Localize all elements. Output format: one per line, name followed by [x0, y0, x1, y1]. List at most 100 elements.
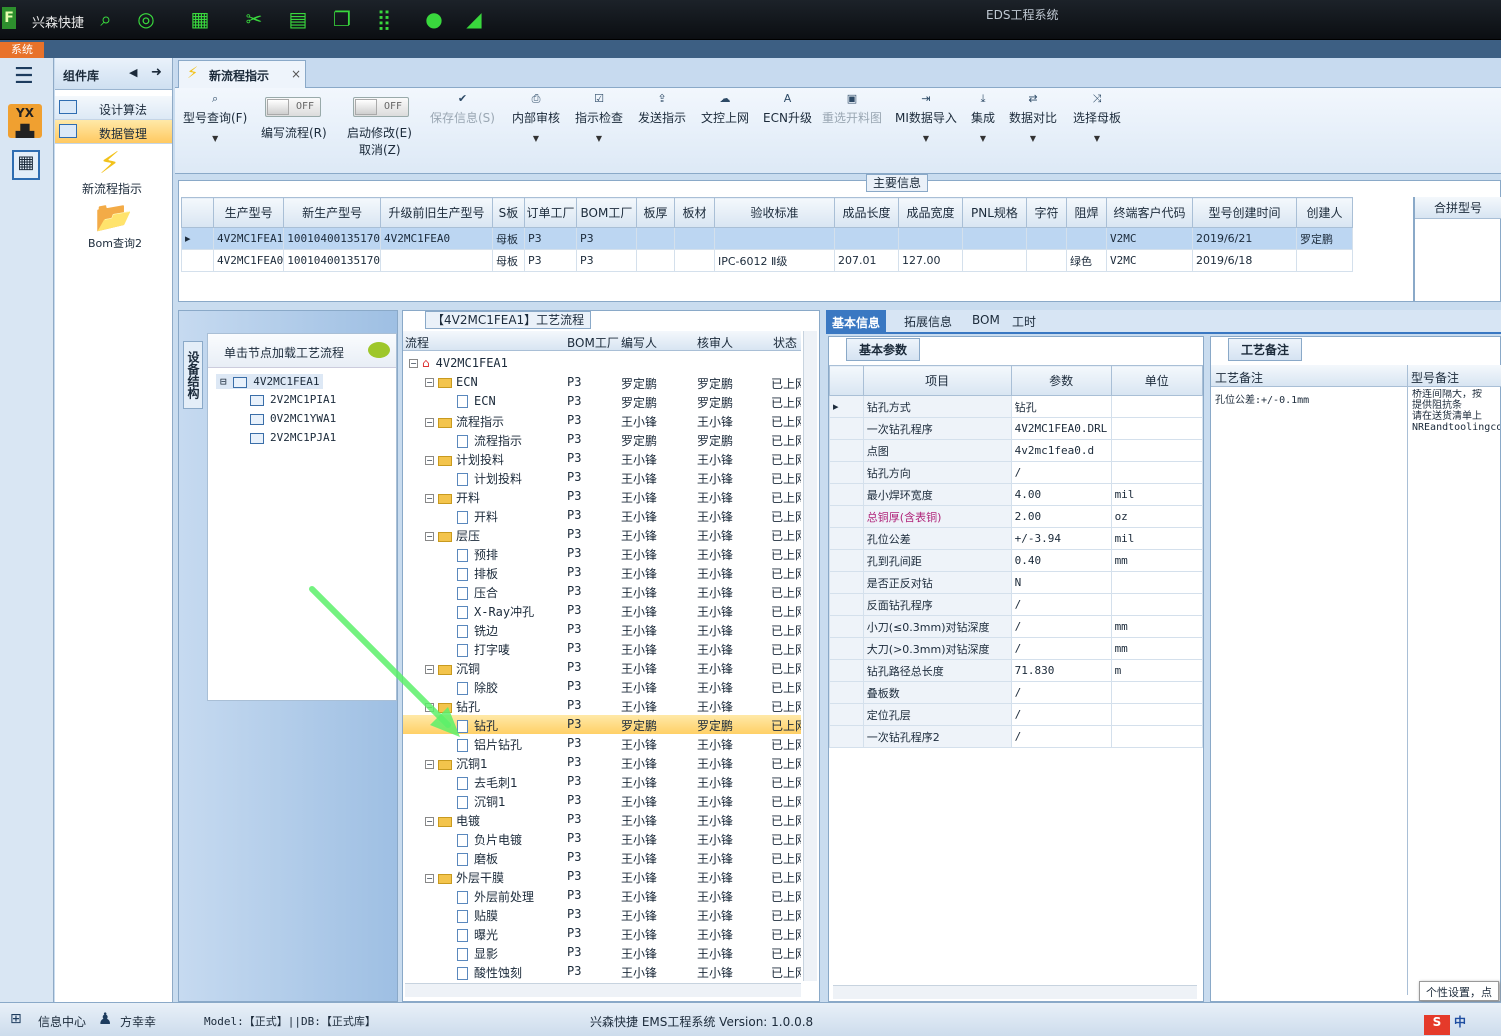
tab-work-hours[interactable]: 工时: [1012, 313, 1036, 330]
table-cell[interactable]: P3: [575, 227, 637, 250]
param-row[interactable]: 大刀(>0.3mm)对钻深度 / mm: [829, 637, 1204, 660]
param-row[interactable]: 最小焊环宽度 4.00 mil: [829, 483, 1204, 506]
process-notes-tab[interactable]: 工艺备注: [1228, 338, 1303, 361]
column-header[interactable]: 创建人: [1295, 197, 1353, 228]
row-indicator[interactable]: [829, 615, 864, 638]
param-value[interactable]: 2.00: [1010, 505, 1112, 528]
row-indicator[interactable]: [181, 249, 214, 272]
start-modify-toggle[interactable]: OFF: [353, 97, 409, 117]
reselect-cutting-button[interactable]: ▣ 重选开料图: [822, 92, 882, 126]
column-header[interactable]: 核审人: [697, 334, 733, 351]
ime-mode[interactable]: 中: [1454, 1013, 1466, 1030]
param-value[interactable]: +/-3.94: [1010, 527, 1112, 550]
process-tree-row[interactable]: − 层压 P3 王小锋 王小锋 已上网: [403, 525, 801, 544]
column-header[interactable]: 参数: [1010, 365, 1112, 396]
doc-control-online-button[interactable]: ☁ 文控上网: [701, 92, 749, 126]
process-tree-row[interactable]: 去毛刺1 P3 王小锋 王小锋 已上网: [403, 772, 801, 791]
row-indicator[interactable]: [829, 549, 864, 572]
tab-extended-info[interactable]: 拓展信息: [904, 313, 952, 330]
table-cell[interactable]: [713, 227, 835, 250]
table-cell[interactable]: [961, 227, 1027, 250]
row-indicator[interactable]: [829, 681, 864, 704]
collapse-icon[interactable]: −: [425, 532, 434, 541]
yx-factory-icon[interactable]: YX ▟▙: [8, 104, 42, 138]
ecn-upgrade-button[interactable]: A ECN升级: [763, 92, 812, 126]
horizontal-scrollbar[interactable]: [833, 985, 1197, 999]
row-indicator[interactable]: [829, 703, 864, 726]
library-item-design-algorithm[interactable]: 设计算法: [55, 96, 172, 120]
apps-icon[interactable]: ⣿: [372, 7, 396, 31]
table-cell[interactable]: 127.00: [897, 249, 963, 272]
table-cell[interactable]: 10010400135170: [283, 227, 381, 250]
process-tree-row[interactable]: 开料 P3 王小锋 王小锋 已上网: [403, 506, 801, 525]
table-cell[interactable]: [1025, 249, 1067, 272]
user-icon[interactable]: ●: [422, 7, 446, 31]
param-row[interactable]: ▸ 钻孔方式 钻孔: [829, 395, 1204, 418]
collapse-icon[interactable]: −: [425, 378, 434, 387]
param-value[interactable]: /: [1010, 461, 1112, 484]
lightning-icon[interactable]: ⚡: [99, 146, 120, 181]
table-cell[interactable]: 4V2MC1FEA1: [212, 227, 285, 250]
process-tree-row[interactable]: 贴膜 P3 王小锋 王小锋 已上网: [403, 905, 801, 924]
device-child-node[interactable]: 0V2MC1YWA1: [250, 412, 336, 425]
collapse-icon[interactable]: −: [425, 494, 434, 503]
row-indicator[interactable]: [829, 593, 864, 616]
send-instruction-button[interactable]: ⇪ 发送指示: [638, 92, 686, 126]
mi-data-import-button[interactable]: ⇥ MI数据导入 ▼: [895, 92, 957, 143]
row-indicator[interactable]: [829, 483, 864, 506]
process-tree-row[interactable]: 外层前处理 P3 王小锋 王小锋 已上网: [403, 886, 801, 905]
copy-icon[interactable]: ❐: [330, 7, 354, 31]
library-item-data-management[interactable]: 数据管理: [55, 120, 172, 144]
process-tree-row[interactable]: 酸性蚀刻 P3 王小锋 王小锋 已上网: [403, 962, 801, 981]
select-motherboard-button[interactable]: ⤨ 选择母板 ▼: [1073, 92, 1121, 143]
process-tree-row[interactable]: − ⌂ 4V2MC1FEA1: [403, 354, 801, 373]
lifebuoy-icon[interactable]: ◎: [134, 7, 158, 31]
table-cell[interactable]: 绿色: [1065, 249, 1107, 272]
process-tree-row[interactable]: − ECN P3 罗定鹏 罗定鹏 已上网: [403, 373, 801, 392]
table-cell[interactable]: 4V2MC1FEA0: [212, 249, 285, 272]
column-header[interactable]: BOM工厂: [567, 334, 619, 351]
table-cell[interactable]: [673, 249, 715, 272]
process-tree-row[interactable]: 流程指示 P3 罗定鹏 罗定鹏 已上网: [403, 430, 801, 449]
table-cell[interactable]: [635, 227, 675, 250]
param-value[interactable]: /: [1010, 703, 1112, 726]
table-cell[interactable]: [635, 249, 675, 272]
table-cell[interactable]: 罗定鹏: [1295, 227, 1353, 250]
table-cell[interactable]: V2MC: [1105, 227, 1193, 250]
param-row[interactable]: 一次钻孔程序2/: [829, 725, 1204, 748]
param-value[interactable]: 71.830: [1010, 659, 1112, 682]
device-structure-tab[interactable]: 设备结构: [183, 341, 203, 409]
row-indicator[interactable]: [829, 439, 864, 462]
process-tree-row[interactable]: − 流程指示 P3 王小锋 王小锋 已上网: [403, 411, 801, 430]
table-cell[interactable]: 2019/6/21: [1191, 227, 1297, 250]
process-tree-row[interactable]: 排板 P3 王小锋 王小锋 已上网: [403, 563, 801, 582]
instruction-check-button[interactable]: ☑ 指示检查 ▼: [575, 92, 623, 143]
table-row[interactable]: 4V2MC1FEA0 10010400135170 母板 P3 P3 IPC-6012 Ⅱ…: [181, 249, 1353, 272]
horizontal-scrollbar[interactable]: [405, 983, 801, 997]
table-cell[interactable]: V2MC: [1105, 249, 1193, 272]
collapse-left-icon[interactable]: ◀: [129, 66, 137, 79]
row-indicator[interactable]: [829, 659, 864, 682]
param-row[interactable]: 孔位公差 +/-3.94 mil: [829, 527, 1204, 550]
table-cell[interactable]: P3: [575, 249, 637, 272]
param-row[interactable]: 点图 4v2mc1fea0.d: [829, 439, 1204, 462]
column-header[interactable]: 单位: [1110, 365, 1204, 396]
column-header[interactable]: 终端客户代码: [1105, 197, 1193, 228]
model-query-button[interactable]: ⌕ 型号查询(F) ▼: [183, 92, 247, 143]
row-indicator[interactable]: [829, 505, 864, 528]
param-row[interactable]: 反面钻孔程序 /: [829, 593, 1204, 616]
column-header[interactable]: 成品长度: [833, 197, 899, 228]
table-cell[interactable]: 10010400135170: [283, 249, 381, 272]
table-cell[interactable]: [897, 227, 963, 250]
param-value[interactable]: 4V2MC1FEA0.DRL: [1010, 417, 1112, 440]
table-cell[interactable]: 207.01: [833, 249, 899, 272]
row-indicator[interactable]: [829, 637, 864, 660]
param-value[interactable]: /: [1010, 637, 1112, 660]
row-indicator[interactable]: [829, 571, 864, 594]
row-indicator[interactable]: [829, 461, 864, 484]
column-header[interactable]: PNL规格: [961, 197, 1027, 228]
collapse-icon[interactable]: −: [425, 874, 434, 883]
row-indicator[interactable]: [829, 527, 864, 550]
column-header[interactable]: 项目: [862, 365, 1012, 396]
process-tree-row[interactable]: 磨板 P3 王小锋 王小锋 已上网: [403, 848, 801, 867]
